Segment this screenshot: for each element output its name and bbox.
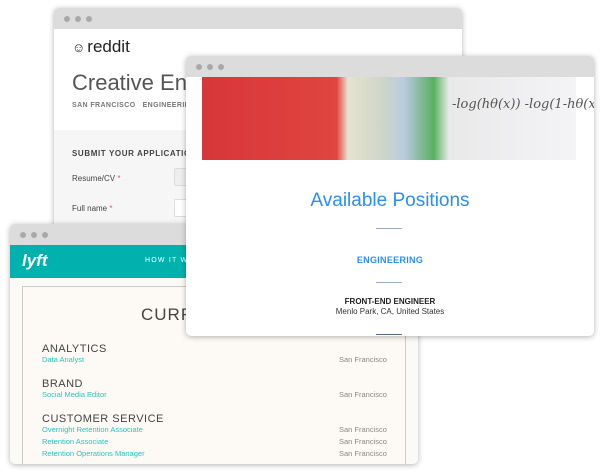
divider (376, 334, 402, 335)
category-customer-service: CUSTOMER SERVICE (42, 413, 164, 425)
snoo-icon: ☺ (72, 39, 86, 55)
title-bar (186, 56, 594, 77)
job-link[interactable]: Data Analyst (42, 355, 84, 364)
position-location: Menlo Park, CA, United States (335, 307, 445, 316)
resume-label: Resume/CV * (72, 174, 121, 183)
window-controls[interactable] (64, 16, 92, 22)
divider (376, 282, 402, 283)
job-link[interactable]: Retention Operations Manager (42, 449, 145, 458)
job-tags: SAN FRANCISCO ENGINEERING (72, 102, 196, 109)
lyft-logo[interactable]: lyft (22, 251, 48, 271)
fullname-label: Full name * (72, 204, 113, 213)
category-analytics: ANALYTICS (42, 343, 107, 355)
job-location: San Francisco (339, 437, 387, 446)
position-title[interactable]: FRONT-END ENGINEER (186, 297, 594, 306)
page-heading: Available Positions (310, 190, 470, 211)
job-link[interactable]: Retention Associate (42, 437, 108, 446)
job-location: San Francisco (339, 449, 387, 458)
job-location: San Francisco (339, 355, 387, 364)
category-brand: BRAND (42, 378, 84, 390)
job-link[interactable]: Social Media Editor (42, 390, 107, 399)
divider (376, 228, 402, 229)
reddit-logo[interactable]: ☺ reddit (72, 37, 130, 57)
job-location: San Francisco (339, 425, 387, 434)
job-link[interactable]: Overnight Retention Associate (42, 425, 143, 434)
section-heading: SUBMIT YOUR APPLICATION (72, 149, 198, 158)
category-engineering: ENGINEERING (356, 255, 424, 265)
window-controls[interactable] (196, 64, 224, 70)
job-location: San Francisco (339, 390, 387, 399)
team-photo: -log(hθ(x)) -log(1-hθ(x)) (202, 77, 594, 160)
positions-window: -log(hθ(x)) -log(1-hθ(x)) Available Posi… (186, 56, 594, 336)
logo-text: reddit (87, 37, 130, 56)
whiteboard-equation: -log(hθ(x)) -log(1-hθ(x)) (452, 97, 594, 112)
window-controls[interactable] (20, 232, 48, 238)
title-bar (54, 8, 462, 29)
